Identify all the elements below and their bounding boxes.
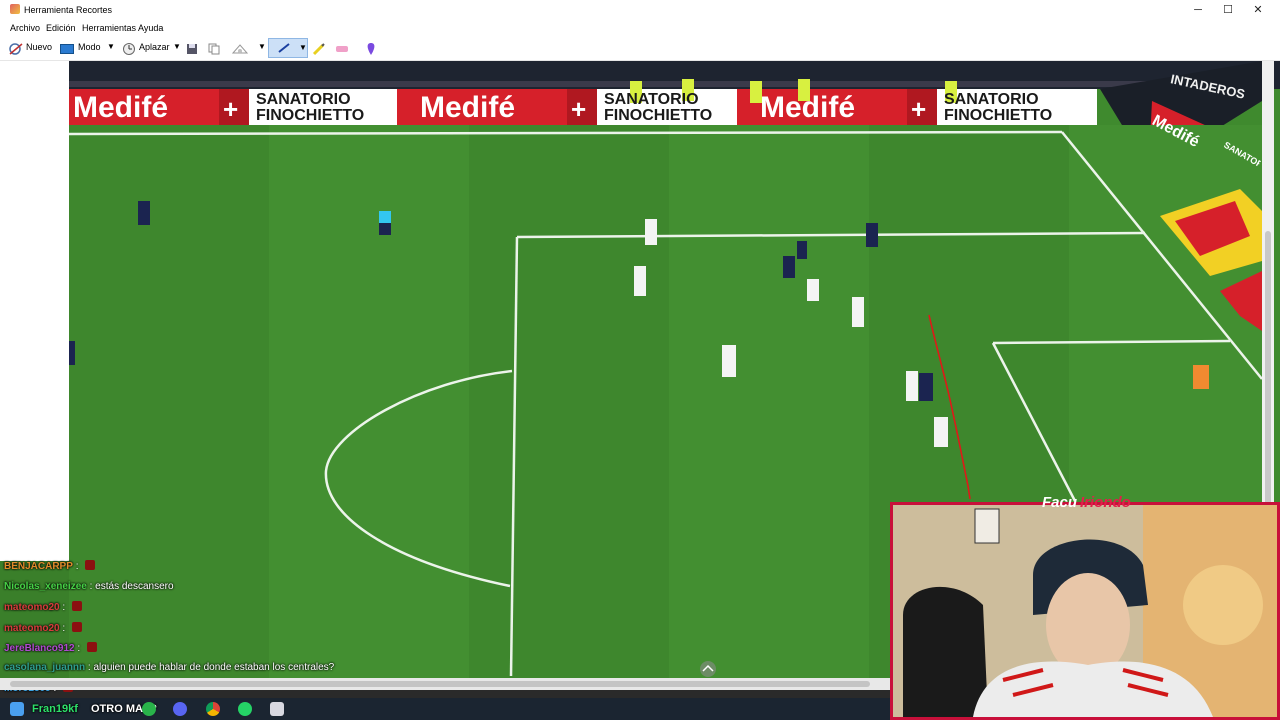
chat-message: JereBlanco912 : <box>4 642 97 654</box>
ad-sponsor-1-line2: FINOCHIETTO <box>256 107 365 124</box>
ad-sponsor-1-line1: SANATORIO <box>256 91 351 108</box>
ad-brand-2: Medifé <box>420 91 516 124</box>
spotify-icon[interactable] <box>142 702 156 716</box>
window-title: Herramienta Recortes <box>24 5 113 15</box>
banner-last-name: Iriondo <box>1080 494 1131 511</box>
minimize-button[interactable]: ─ <box>1183 0 1213 20</box>
chat-username: casolana_juannn <box>4 662 86 673</box>
ad-plus-icon: + <box>223 94 239 124</box>
pen-dropdown-icon[interactable]: ▼ <box>299 43 307 52</box>
hscroll-thumb[interactable] <box>10 681 870 687</box>
menu-archivo[interactable]: Archivo <box>10 23 40 33</box>
delay-dropdown-icon[interactable]: ▼ <box>173 42 181 51</box>
maximize-button[interactable]: ☐ <box>1213 0 1243 20</box>
snipping-tool-taskbar-icon[interactable] <box>270 702 284 716</box>
send-dropdown-icon[interactable]: ▼ <box>258 42 266 51</box>
emote-icon <box>85 560 96 570</box>
ad-sponsor-3-line1: SANATORIO <box>944 91 1039 108</box>
save-icon[interactable] <box>186 42 198 56</box>
chat-text: : alguien puede hablar de donde estaban … <box>87 662 335 673</box>
pen-icon <box>278 43 290 53</box>
menu-herramientas[interactable]: Herramientas <box>82 23 136 33</box>
menu-edicion[interactable]: Edición <box>46 23 76 33</box>
chat-message: mateomo20 : <box>4 601 82 613</box>
chat-text: : estás descansero <box>89 581 174 592</box>
title-bar: Herramienta Recortes ─ ☐ ✕ <box>0 0 1280 20</box>
ad-sponsor-3-line2: FINOCHIETTO <box>944 107 1053 124</box>
toolbar: Nuevo Modo ▼ Aplazar ▼ ▼ ▼ <box>0 36 1280 61</box>
ad-sponsor-2-line2: FINOCHIETTO <box>604 107 713 124</box>
send-icon[interactable] <box>232 42 248 56</box>
delay-button[interactable]: Aplazar <box>139 42 170 52</box>
chrome-icon[interactable] <box>206 702 220 716</box>
new-button[interactable]: Nuevo <box>26 42 52 52</box>
webcam-feed <box>890 502 1280 720</box>
webcam-banner: Facu Iriondo <box>890 494 1280 512</box>
emote-icon <box>71 601 82 611</box>
discord-icon[interactable] <box>173 702 187 716</box>
chat-username: BENJACARPP <box>4 561 73 572</box>
chat-username: Nicolas_xeneizee <box>4 581 87 592</box>
chat-message: casolana_juannn : alguien puede hablar d… <box>4 662 334 673</box>
mode-icon[interactable] <box>60 44 74 54</box>
chat-text: : <box>75 561 79 572</box>
copy-icon[interactable] <box>208 42 220 56</box>
chat-message: BENJACARPP : <box>4 560 96 572</box>
emote-icon <box>86 642 97 652</box>
chat-text: : <box>62 623 66 634</box>
ad-brand-3: Medifé <box>760 91 856 124</box>
pen-button[interactable]: ▼ <box>268 38 308 58</box>
ad-plus-icon: + <box>911 94 927 124</box>
chat-message: mateomo20 : <box>4 622 82 634</box>
banner-first-name: Facu <box>1042 494 1078 511</box>
left-panel <box>0 61 69 561</box>
clock-icon[interactable] <box>122 42 136 56</box>
new-snip-icon[interactable] <box>8 42 24 56</box>
emote-icon <box>71 622 82 632</box>
windows-start-icon[interactable] <box>10 702 24 716</box>
menu-bar: Archivo Edición Herramientas Ayuda <box>0 20 1280 36</box>
whatsapp-icon[interactable] <box>238 702 252 716</box>
scrollbar-thumb[interactable] <box>1265 231 1271 531</box>
eraser-icon[interactable] <box>334 42 350 56</box>
chat-message: Nicolas_xeneizee : estás descansero <box>4 581 174 592</box>
snipping-tool-icon <box>10 4 20 14</box>
horizontal-scrollbar[interactable] <box>0 678 890 690</box>
paint-3d-icon[interactable] <box>364 42 378 56</box>
menu-ayuda[interactable]: Ayuda <box>138 23 163 33</box>
chat-text: : <box>77 643 81 654</box>
mode-dropdown-icon[interactable]: ▼ <box>107 42 115 51</box>
chat-username: JereBlanco912 <box>4 643 75 654</box>
chat-text: : <box>62 602 66 613</box>
close-button[interactable]: ✕ <box>1243 0 1273 20</box>
chat-username: mateomo20 <box>4 623 60 634</box>
mode-button[interactable]: Modo <box>78 42 101 52</box>
ad-sponsor-2-line1: SANATORIO <box>604 91 699 108</box>
highlighter-icon[interactable] <box>312 42 326 56</box>
chat-username: mateomo20 <box>4 602 60 613</box>
streamer-camera <box>893 505 1277 717</box>
ad-brand-1: Medifé <box>73 91 169 124</box>
ad-plus-icon: + <box>571 94 587 124</box>
bottom-chat-user: Fran19kf <box>32 703 78 715</box>
